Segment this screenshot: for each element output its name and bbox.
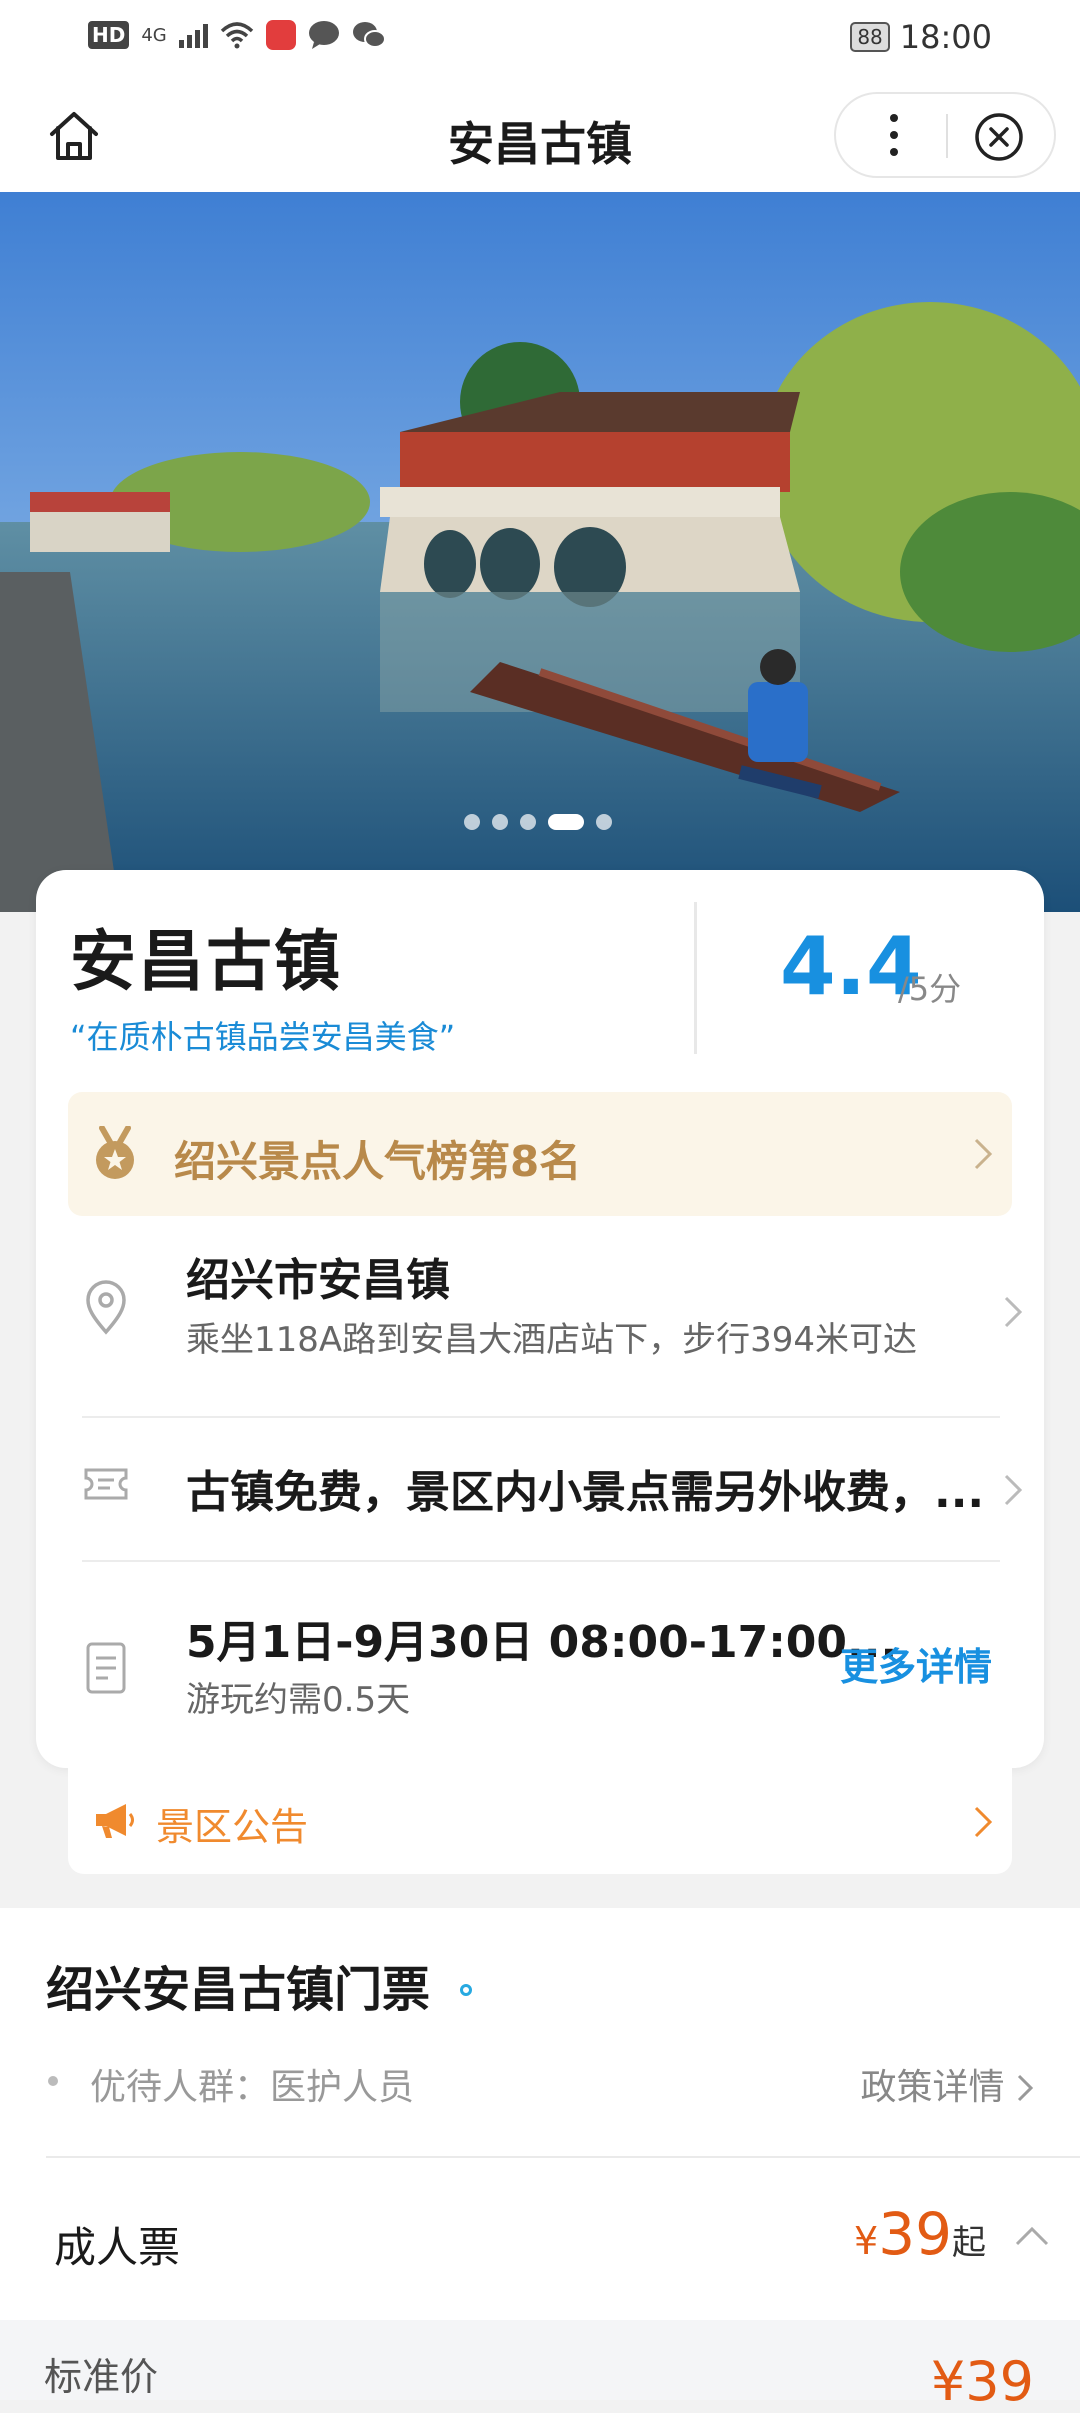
price-suffix: 起 <box>952 2223 986 2263</box>
chevron-up-icon[interactable] <box>1014 2224 1050 2248</box>
hero-photo <box>0 192 1080 912</box>
hd-indicator: HD <box>88 21 130 49</box>
network-type: 4G <box>141 24 167 46</box>
adult-ticket-price: ¥39起 <box>854 2200 986 2268</box>
megaphone-icon <box>96 1804 134 1838</box>
chevron-right-icon <box>974 1806 993 1838</box>
chevron-right-icon <box>1004 1296 1023 1328</box>
fee-row[interactable]: 古镇免费，景区内小景点需另外收费，... <box>82 1430 1023 1550</box>
capsule-divider <box>946 114 948 158</box>
standard-price-label: 标准价 <box>44 2355 159 2399</box>
close-circle-icon[interactable] <box>974 112 1024 162</box>
mini-program-capsule <box>834 92 1056 178</box>
rank-text: 绍兴景点人气榜第8名 <box>174 1137 582 1186</box>
carousel-dots <box>464 814 612 830</box>
hero-carousel[interactable] <box>0 192 1080 912</box>
clock: 18:00 <box>899 18 992 56</box>
notice-label: 景区公告 <box>156 1805 309 1849</box>
tickets-section: 绍兴安昌古镇门票 优待人群：医护人员 政策详情 成人票 ¥39起 标准价 ¥39 <box>0 1908 1080 2413</box>
policy-link-label: 政策详情 <box>860 2067 1005 2108</box>
section-divider <box>46 2156 1080 2158</box>
carousel-dot <box>492 814 508 830</box>
popularity-rank-banner[interactable]: 绍兴景点人气榜第8名 <box>68 1092 1012 1216</box>
status-left: HD 4G <box>88 20 386 50</box>
message-icon <box>308 21 339 49</box>
location-pin-icon <box>86 1280 126 1335</box>
nav-bar: 安昌古镇 <box>0 80 1080 192</box>
wifi-icon <box>220 22 253 49</box>
title-accent-dot <box>460 1984 472 1996</box>
address-title: 绍兴市安昌镇 <box>186 1255 450 1306</box>
address-directions: 乘坐118A路到安昌大酒店站下，步行394米可达 <box>186 1320 918 1360</box>
policy-details-link[interactable]: 政策详情 <box>861 2058 1034 2110</box>
chevron-right-icon <box>1004 1474 1023 1506</box>
currency-symbol: ¥ <box>854 2219 879 2263</box>
address-row[interactable]: 绍兴市安昌镇 乘坐118A路到安昌大酒店站下，步行394米可达 <box>82 1234 1023 1374</box>
price-value: 39 <box>878 2200 952 2268</box>
status-bar: HD 4G 88 18:00 <box>0 0 1080 80</box>
opening-hours: 5月1日-9月30日 08:00-17:00... <box>186 1617 898 1668</box>
scenic-notice-bar[interactable]: 景区公告 <box>68 1768 1012 1874</box>
title-divider <box>694 902 697 1054</box>
preferential-groups: 优待人群：医护人员 <box>90 2067 415 2108</box>
chevron-right-icon <box>1017 2074 1034 2102</box>
carousel-dot-active <box>548 814 584 830</box>
carousel-dot <box>520 814 536 830</box>
battery-icon: 88 <box>850 22 890 52</box>
tickets-title: 绍兴安昌古镇门票 <box>46 1962 431 2018</box>
attraction-name: 安昌古镇 <box>70 923 342 1000</box>
standard-price-row[interactable]: 标准价 ¥39 <box>0 2320 1080 2413</box>
fee-text: 古镇免费，景区内小景点需另外收费，... <box>186 1467 985 1518</box>
more-details-link[interactable]: 更多详情 <box>840 1636 992 1691</box>
attraction-slogan: “在质朴古镇品尝安昌美食” <box>70 1018 456 1056</box>
bullet-dot <box>48 2076 58 2086</box>
more-vertical-icon[interactable] <box>876 110 912 160</box>
visit-duration: 游玩约需0.5天 <box>186 1680 411 1720</box>
standard-price-value: ¥39 <box>930 2350 1034 2413</box>
status-right: 88 18:00 <box>850 18 992 56</box>
app-notification-icon <box>265 20 296 50</box>
carousel-dot <box>596 814 612 830</box>
row-divider <box>82 1560 1000 1562</box>
rating-unit: /5分 <box>898 970 962 1008</box>
medal-icon <box>96 1126 134 1179</box>
row-divider <box>82 1416 1000 1418</box>
signal-icon <box>178 22 208 48</box>
ticket-icon <box>84 1468 128 1500</box>
wechat-icon <box>352 22 386 48</box>
chevron-right-icon <box>974 1138 993 1170</box>
carousel-dot <box>464 814 480 830</box>
adult-ticket-label: 成人票 <box>54 2223 181 2272</box>
document-icon <box>86 1642 126 1694</box>
attraction-info-card: 安昌古镇 “在质朴古镇品尝安昌美食” 4.4 /5分 绍兴景点人气榜第8名 绍兴… <box>36 870 1044 1768</box>
